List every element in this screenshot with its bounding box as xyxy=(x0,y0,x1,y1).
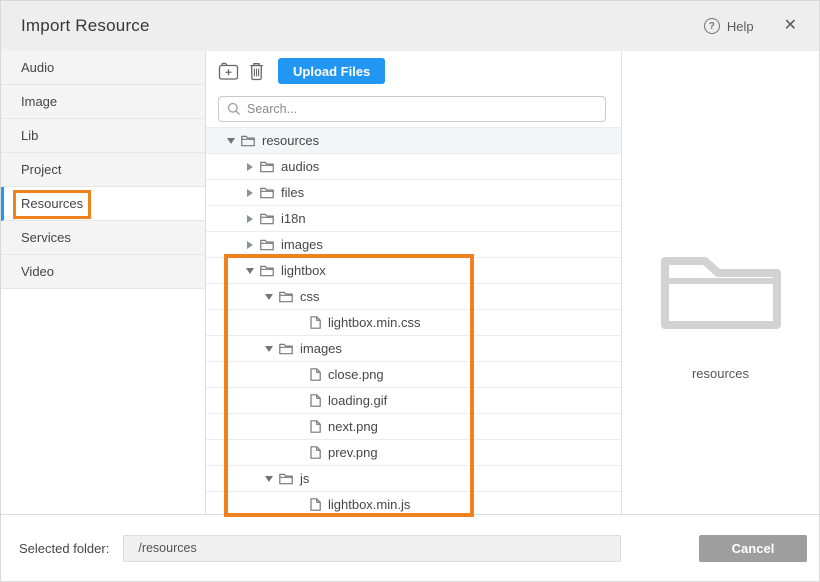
tree-row-loading.gif[interactable]: loading.gif xyxy=(206,388,621,414)
file-icon xyxy=(310,368,321,381)
add-folder-icon[interactable] xyxy=(218,62,239,81)
sidebar-item-label: Image xyxy=(21,94,57,109)
sidebar-item-resources[interactable]: Resources xyxy=(1,187,205,221)
tree-node-label: loading.gif xyxy=(328,393,387,408)
delete-icon[interactable] xyxy=(249,62,264,81)
tree-node-label: resources xyxy=(262,133,319,148)
expanded-arrow-icon[interactable] xyxy=(261,294,277,300)
tree-row-audios[interactable]: audios xyxy=(206,154,621,180)
help-button[interactable]: ? Help xyxy=(704,18,754,34)
file-tree: resources audios files i18n images lightbox cs… xyxy=(206,127,621,516)
tree-row-lightbox.min.js[interactable]: lightbox.min.js xyxy=(206,492,621,516)
tree-node-label: lightbox.min.js xyxy=(328,497,410,512)
folder-icon xyxy=(260,265,274,277)
collapsed-arrow-icon[interactable] xyxy=(242,189,258,197)
expanded-arrow-icon[interactable] xyxy=(261,346,277,352)
file-icon xyxy=(310,394,321,407)
help-icon: ? xyxy=(704,18,720,34)
preview-folder-name: resources xyxy=(692,366,749,381)
tree-row-css[interactable]: css xyxy=(206,284,621,310)
sidebar-item-label: Resources xyxy=(21,196,83,211)
tree-row-i18n[interactable]: i18n xyxy=(206,206,621,232)
tree-node-label: audios xyxy=(281,159,319,174)
tree-node-label: lightbox.min.css xyxy=(328,315,420,330)
dialog-body: Audio Image Lib Project Resources Services Vid… xyxy=(1,51,819,516)
sidebar-item-lib[interactable]: Lib xyxy=(1,119,205,153)
toolbar: Upload Files xyxy=(218,57,606,85)
file-icon xyxy=(310,498,321,511)
expanded-arrow-icon[interactable] xyxy=(261,476,277,482)
folder-icon xyxy=(279,291,293,303)
tree-node-label: lightbox xyxy=(281,263,326,278)
close-icon[interactable]: ✕ xyxy=(784,18,797,34)
upload-files-button[interactable]: Upload Files xyxy=(278,58,385,84)
folder-icon xyxy=(279,473,293,485)
tree-node-label: images xyxy=(300,341,342,356)
folder-icon xyxy=(279,343,293,355)
tree-row-images[interactable]: images xyxy=(206,336,621,362)
search-input[interactable] xyxy=(218,96,606,122)
folder-icon xyxy=(260,213,274,225)
tree-row-close.png[interactable]: close.png xyxy=(206,362,621,388)
sidebar-item-label: Audio xyxy=(21,60,54,75)
cancel-button[interactable]: Cancel xyxy=(699,535,807,562)
sidebar-item-label: Project xyxy=(21,162,61,177)
file-icon xyxy=(310,316,321,329)
tree-node-label: prev.png xyxy=(328,445,378,460)
sidebar-item-label: Lib xyxy=(21,128,38,143)
collapsed-arrow-icon[interactable] xyxy=(242,215,258,223)
sidebar-item-label: Services xyxy=(21,230,71,245)
tree-row-images[interactable]: images xyxy=(206,232,621,258)
dialog-header: Import Resource ? Help ✕ xyxy=(1,1,819,51)
selected-folder-label: Selected folder: xyxy=(19,541,109,556)
tree-node-label: images xyxy=(281,237,323,252)
folder-icon xyxy=(260,239,274,251)
big-folder-icon xyxy=(660,256,782,330)
tree-row-resources[interactable]: resources xyxy=(206,128,621,154)
expanded-arrow-icon[interactable] xyxy=(223,138,239,144)
sidebar: Audio Image Lib Project Resources Services Vid… xyxy=(1,51,206,516)
search-box xyxy=(218,96,606,122)
folder-icon xyxy=(260,187,274,199)
tree-row-lightbox[interactable]: lightbox xyxy=(206,258,621,284)
tree-row-lightbox.min.css[interactable]: lightbox.min.css xyxy=(206,310,621,336)
tree-node-label: css xyxy=(300,289,320,304)
main-panel: Upload Files resources audios files i18n ima… xyxy=(206,51,622,516)
folder-icon xyxy=(241,135,255,147)
selected-folder-input[interactable] xyxy=(123,535,621,562)
tree-row-prev.png[interactable]: prev.png xyxy=(206,440,621,466)
sidebar-item-audio[interactable]: Audio xyxy=(1,51,205,85)
tree-row-files[interactable]: files xyxy=(206,180,621,206)
preview-panel: resources xyxy=(622,51,819,516)
sidebar-item-project[interactable]: Project xyxy=(1,153,205,187)
tree-row-next.png[interactable]: next.png xyxy=(206,414,621,440)
dialog-footer: Selected folder: Cancel xyxy=(1,514,819,581)
tree-row-js[interactable]: js xyxy=(206,466,621,492)
tree-node-label: close.png xyxy=(328,367,384,382)
file-icon xyxy=(310,446,321,459)
file-icon xyxy=(310,420,321,433)
expanded-arrow-icon[interactable] xyxy=(242,268,258,274)
sidebar-item-image[interactable]: Image xyxy=(1,85,205,119)
tree-node-label: i18n xyxy=(281,211,306,226)
import-resource-dialog: Import Resource ? Help ✕ Audio Image Lib Pr… xyxy=(0,0,820,582)
tree-node-label: next.png xyxy=(328,419,378,434)
collapsed-arrow-icon[interactable] xyxy=(242,241,258,249)
tree-node-label: js xyxy=(300,471,309,486)
help-label: Help xyxy=(727,19,754,34)
collapsed-arrow-icon[interactable] xyxy=(242,163,258,171)
folder-icon xyxy=(260,161,274,173)
sidebar-item-label: Video xyxy=(21,264,54,279)
sidebar-item-video[interactable]: Video xyxy=(1,255,205,289)
sidebar-item-services[interactable]: Services xyxy=(1,221,205,255)
tree-node-label: files xyxy=(281,185,304,200)
search-icon xyxy=(227,102,241,116)
dialog-title: Import Resource xyxy=(21,16,150,36)
